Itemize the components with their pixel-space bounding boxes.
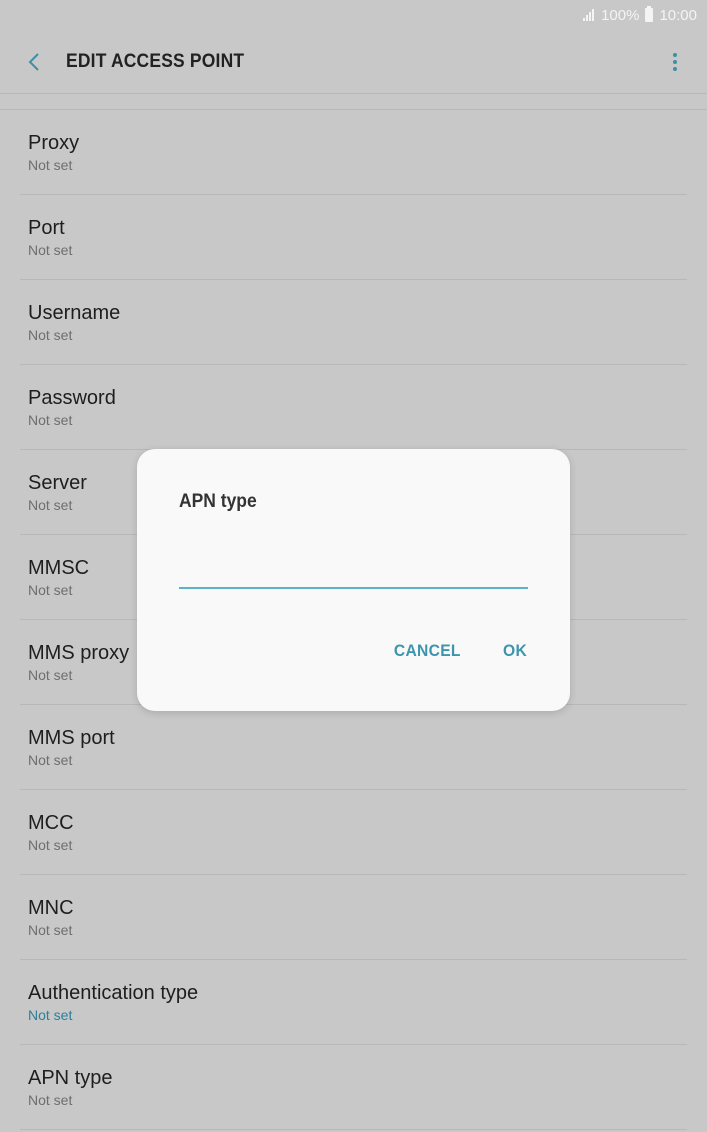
- item-title: Username: [28, 301, 121, 324]
- item-value: Not set: [28, 156, 73, 173]
- clock: 10:00: [659, 6, 697, 24]
- signal-icon: [583, 9, 595, 21]
- list-item-proxy[interactable]: Proxy Not set: [20, 110, 687, 195]
- list-item-username[interactable]: Username Not set: [20, 280, 687, 365]
- item-value: Not set: [28, 836, 73, 853]
- item-title: Proxy: [28, 131, 80, 154]
- item-title: APN type: [28, 1066, 113, 1089]
- apn-type-dialog: APN type CANCEL OK: [137, 449, 570, 711]
- back-button[interactable]: [14, 42, 54, 82]
- cancel-button[interactable]: CANCEL: [394, 641, 461, 661]
- app-bar: EDIT ACCESS POINT: [0, 30, 707, 94]
- item-value: Not set: [28, 921, 73, 938]
- item-title: Port: [28, 216, 65, 239]
- item-title: Authentication type: [28, 981, 199, 1004]
- item-value: Not set: [28, 1091, 73, 1108]
- list-item-mcc[interactable]: MCC Not set: [20, 790, 687, 875]
- item-title: MCC: [28, 811, 74, 834]
- ok-button[interactable]: OK: [503, 641, 527, 661]
- more-vertical-icon: [673, 52, 677, 57]
- item-value: Not set: [28, 1006, 73, 1023]
- list-item-authentication-type[interactable]: Authentication type Not set: [20, 960, 687, 1045]
- item-value: Not set: [28, 411, 73, 428]
- dialog-title: APN type: [179, 491, 257, 512]
- dialog-actions: CANCEL OK: [391, 641, 528, 661]
- list-item-password[interactable]: Password Not set: [20, 365, 687, 450]
- item-title: Password: [28, 386, 116, 409]
- list-item-port[interactable]: Port Not set: [20, 195, 687, 280]
- item-title: MNC: [28, 896, 74, 919]
- battery-percent: 100%: [601, 6, 640, 24]
- more-options-button[interactable]: [665, 42, 685, 82]
- chevron-left-icon: [28, 52, 39, 71]
- battery-icon: [645, 6, 654, 22]
- status-bar: 100% 10:00: [0, 0, 707, 30]
- page-title: EDIT ACCESS POINT: [66, 50, 245, 72]
- item-value: Not set: [28, 751, 73, 768]
- list-item-mms-port[interactable]: MMS port Not set: [20, 705, 687, 790]
- list-item-mnc[interactable]: MNC Not set: [20, 875, 687, 960]
- item-title: MMS port: [28, 726, 115, 749]
- apn-type-input[interactable]: [179, 561, 528, 589]
- item-value: Not set: [28, 326, 73, 343]
- item-value: Not set: [28, 241, 73, 258]
- list-item-apn-type[interactable]: APN type Not set: [20, 1045, 687, 1130]
